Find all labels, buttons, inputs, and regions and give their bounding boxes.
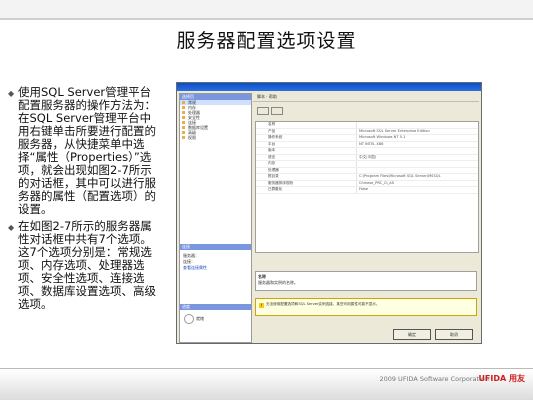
- bullet-text: 使用SQL Server管理平台配置服务器的操作方法为：在SQL Server管…: [18, 85, 156, 216]
- view-connection-properties-link[interactable]: 查看连接属性: [183, 265, 207, 271]
- property-name: 操作系统: [268, 135, 283, 139]
- progress-spinner-icon: [184, 314, 194, 324]
- bullet-marker-icon: ◆: [8, 89, 15, 98]
- property-value: Chinese_PRC_CI_AS: [356, 180, 478, 186]
- property-value: NT INTEL X86: [356, 141, 478, 147]
- property-grid: 名称 产品 Microsoft SQL Server Enterprise Edi…: [255, 121, 479, 253]
- cancel-button[interactable]: 取消: [435, 329, 473, 340]
- footer-divider: [0, 368, 533, 369]
- connection-info: 服务器： 连接： 查看连接属性: [183, 253, 207, 271]
- dialog-left-pane: 选择页 常规 内存 处理器 安全性 连接 数据库设置 高级 权限 连接 服务器：…: [179, 93, 252, 343]
- property-description: 名称 服务器和实例的名称。: [255, 271, 477, 291]
- property-name: 根目录: [268, 174, 279, 178]
- property-value: [356, 161, 478, 167]
- bullet-list: ◆ 使用SQL Server管理平台配置服务器的操作方法为：在SQL Serve…: [8, 86, 158, 315]
- property-name: 处理器: [268, 167, 279, 172]
- page-item-permissions[interactable]: 权限: [180, 135, 251, 140]
- bullet-text: 在如图2-7所示的服务器属性对话框中共有7个选项。这7个选项分别是：常规选项、内…: [18, 219, 156, 311]
- warning-banner: 无法使用配置选项和SQL Server实例连接，某些可用属性可能不显示。: [255, 298, 477, 316]
- property-value: Microsoft Windows NT 5.1: [356, 135, 478, 141]
- footer-copyright: 2009 UFIDA Software Corporation: [379, 375, 489, 383]
- ufida-logo: UFIDA 用友: [478, 374, 525, 383]
- description-text: 服务器和实例的名称。: [258, 280, 298, 285]
- bullet-item: ◆ 使用SQL Server管理平台配置服务器的操作方法为：在SQL Serve…: [8, 86, 158, 216]
- property-name: 平台: [268, 141, 276, 146]
- progress-section-header: 进度: [180, 304, 251, 310]
- property-value: [356, 122, 478, 128]
- ok-button[interactable]: 确定: [393, 329, 431, 340]
- bullet-marker-icon: ◆: [8, 223, 15, 232]
- property-value: C:\Program Files\Microsoft SQL Server\MS…: [356, 174, 478, 180]
- sort-alphabetical-icon[interactable]: [271, 107, 283, 115]
- property-name: 已群集化: [268, 187, 283, 191]
- top-banner: [0, 0, 533, 18]
- property-value: [356, 167, 478, 173]
- progress-status: 就绪: [196, 316, 204, 321]
- top-divider: [0, 18, 533, 20]
- property-value: 中文(中国): [356, 154, 478, 160]
- sort-categorized-icon[interactable]: [257, 107, 269, 115]
- property-value: Microsoft SQL Server Enterprise Edition: [356, 128, 478, 134]
- connection-section-header: 连接: [180, 244, 251, 250]
- property-name: 版本: [268, 148, 276, 152]
- slide-title: 服务器配置选项设置: [176, 30, 357, 52]
- property-name: 内存: [268, 161, 276, 165]
- property-value: [356, 148, 478, 154]
- dialog-toolbar[interactable]: 脚本 · 帮助: [253, 93, 479, 102]
- dialog-titlebar: [177, 83, 481, 91]
- property-name: 名称: [268, 122, 276, 126]
- property-name: 语言: [268, 154, 276, 159]
- property-name: 产品: [268, 128, 276, 133]
- property-name: 服务器排序规则: [268, 180, 294, 185]
- dialog-right-pane: 脚本 · 帮助 名称 产品 Microsoft SQL Server Enterp…: [253, 93, 479, 341]
- bullet-item: ◆ 在如图2-7所示的服务器属性对话框中共有7个选项。这7个选项分别是：常规选项…: [8, 220, 158, 311]
- property-value: False: [356, 187, 478, 193]
- server-properties-dialog-screenshot: 选择页 常规 内存 处理器 安全性 连接 数据库设置 高级 权限 连接 服务器：…: [176, 82, 482, 344]
